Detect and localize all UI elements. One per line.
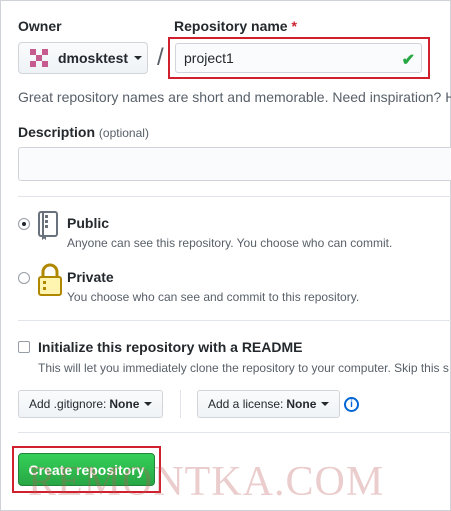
- public-title: Public: [67, 215, 110, 231]
- public-radio[interactable]: [18, 218, 30, 230]
- description-label: Description (optional): [18, 124, 149, 140]
- divider: [18, 320, 451, 321]
- divider: [18, 196, 451, 197]
- lock-icon: [38, 263, 62, 296]
- check-icon: ✔: [401, 52, 415, 69]
- gitignore-value: None: [109, 397, 140, 411]
- readme-checkbox[interactable]: [18, 341, 30, 353]
- owner-avatar: [30, 49, 48, 67]
- optional-tag: (optional): [98, 126, 149, 140]
- public-note: Anyone can see this repository. You choo…: [67, 236, 393, 250]
- license-dropdown[interactable]: Add a license: None: [197, 390, 341, 418]
- owner-name: dmosktest: [58, 50, 129, 66]
- divider: [18, 432, 451, 433]
- private-title: Private: [67, 269, 114, 285]
- readme-label: Initialize this repository with a README: [38, 339, 303, 355]
- description-label-text: Description: [18, 124, 96, 140]
- license-value: None: [286, 397, 317, 411]
- private-radio[interactable]: [18, 272, 30, 284]
- repo-name-label-text: Repository name: [174, 18, 288, 34]
- chevron-down-icon: [144, 402, 153, 406]
- vertical-separator: [180, 390, 181, 418]
- gitignore-dropdown[interactable]: Add .gitignore: None: [18, 390, 164, 418]
- repo-name-value: project1: [184, 50, 234, 66]
- create-repository-button[interactable]: Create repository: [18, 453, 155, 486]
- owner-dropdown[interactable]: dmosktest: [18, 42, 148, 74]
- gitignore-label: Add .gitignore:: [29, 397, 107, 411]
- slash-separator: /: [157, 44, 164, 71]
- repo-name-highlight: project1 ✔: [168, 37, 430, 79]
- readme-note: This will let you immediately clone the …: [38, 361, 449, 375]
- create-button-highlight: Create repository: [12, 446, 161, 493]
- private-note: You choose who can see and commit to thi…: [67, 290, 360, 304]
- repo-book-icon: [38, 211, 58, 240]
- license-label: Add a license:: [208, 397, 284, 411]
- repo-name-hint: Great repository names are short and mem…: [18, 89, 451, 105]
- repo-name-input[interactable]: project1 ✔: [175, 43, 422, 73]
- chevron-down-icon: [134, 56, 143, 60]
- description-input[interactable]: [18, 147, 451, 181]
- owner-label: Owner: [18, 18, 62, 34]
- chevron-down-icon: [321, 402, 330, 406]
- info-icon[interactable]: i: [344, 397, 359, 412]
- repo-name-label: Repository name *: [174, 18, 297, 34]
- required-mark: *: [291, 18, 297, 34]
